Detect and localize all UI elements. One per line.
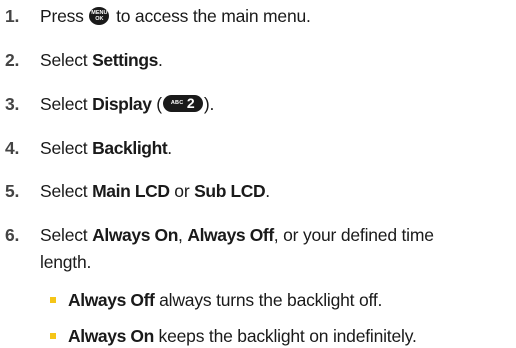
menu-ok-key-icon: MENU OK [89,7,110,25]
step-text: , or your defined time [273,225,434,245]
abc-2-key-icon: ABC 2 [162,95,203,112]
bullet-square-icon [50,333,56,339]
step-6: 6. Select Always On, Always Off, or your… [0,222,434,348]
menu-option: Settings [92,50,158,70]
step-text: or [174,181,190,201]
step-text: Select [40,94,88,114]
bullet-always-on: Always On keeps the backlight on indefin… [40,324,434,348]
bullet-always-off: Always Off always turns the backlight of… [40,288,434,312]
page: { "steps": [ {"num": "1.", "pre": "Press… [0,0,516,347]
step-5: 5. Select Main LCD or Sub LCD. [0,178,270,205]
step-2: 2. Select Settings. [0,47,163,74]
step-number: 4. [5,138,20,158]
punctuation: . [265,181,270,201]
punctuation: . [157,50,163,70]
punctuation: . [167,138,172,158]
step-number: 6. [5,225,20,245]
step-number: 2. [5,50,20,70]
menu-option: Sub LCD [194,181,266,201]
menu-option: Display [92,94,152,114]
punctuation: ( [151,94,162,114]
menu-option: Always On [92,225,178,245]
step-text: to access the main menu. [116,6,311,26]
step-text: Press [40,6,84,26]
step-text: Select [40,50,88,70]
step-1: 1. Press MENU OK to access the main menu. [0,3,311,30]
step-text-continued: length. [40,252,92,272]
step-text: Select [40,138,88,158]
menu-option: Always Off [187,225,274,245]
step-4: 4. Select Backlight. [0,135,172,162]
menu-option: Main LCD [92,181,170,201]
option-descriptions: Always Off always turns the backlight of… [40,288,434,348]
step-3: 3. Select Display (ABC 2). [0,91,214,118]
punctuation: , [178,225,183,245]
step-text: Select [40,181,88,201]
step-number: 1. [5,6,20,26]
step-number: 3. [5,94,20,114]
option-description: keeps the backlight on indefinitely. [158,326,417,346]
option-description: always turns the backlight off. [159,290,383,310]
menu-option: Backlight [92,138,168,158]
step-number: 5. [5,181,20,201]
option-name: Always Off [68,290,155,310]
step-text: Select [40,225,88,245]
option-name: Always On [68,326,154,346]
punctuation: ). [203,94,215,114]
bullet-square-icon [50,297,56,303]
